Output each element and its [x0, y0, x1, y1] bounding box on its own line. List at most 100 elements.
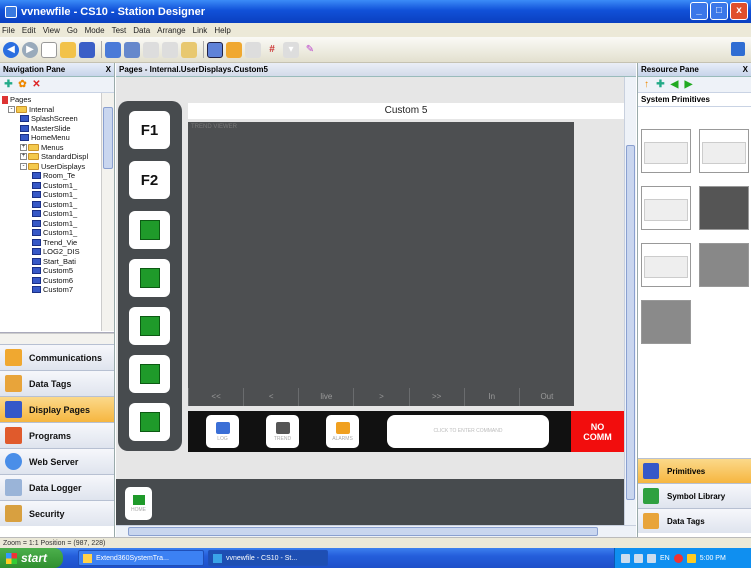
primitive-6[interactable] — [699, 243, 749, 287]
menu-test[interactable]: Test — [112, 26, 127, 35]
tree-expander-icon[interactable]: - — [20, 162, 27, 170]
tree-item[interactable]: Custom7 — [0, 285, 114, 295]
help-icon[interactable] — [731, 42, 745, 56]
menu-arrange[interactable]: Arrange — [157, 26, 185, 35]
tree-item[interactable]: + Menus — [0, 143, 114, 153]
tree-item[interactable]: Custom1_ — [0, 200, 114, 210]
copy-icon[interactable] — [162, 41, 178, 58]
resource-pane-close[interactable]: X — [743, 65, 748, 74]
trend-first-button[interactable]: << — [188, 388, 243, 406]
tray-icon-3[interactable] — [647, 553, 656, 563]
trend-viewer-area[interactable]: TREND VIEWER — [188, 122, 574, 388]
document-vertical-scrollbar[interactable] — [624, 77, 636, 525]
close-button[interactable]: x — [730, 2, 748, 20]
trend-zoom-out-button[interactable]: Out — [518, 388, 574, 406]
menu-file[interactable]: File — [2, 26, 15, 35]
taskbar-item-station-designer[interactable]: vvnewfile - CS10 - St... — [208, 550, 328, 566]
res-symbol-library-button[interactable]: Symbol Library — [638, 483, 751, 508]
go-back-icon[interactable]: ◀ — [669, 79, 680, 90]
tree-item[interactable]: - Internal — [0, 105, 114, 115]
green-key-5[interactable] — [129, 403, 170, 441]
tray-icon-2[interactable] — [634, 553, 643, 563]
nav-data-tags-button[interactable]: Data Tags — [0, 370, 114, 396]
grid-icon[interactable]: # — [264, 42, 280, 58]
command-input[interactable]: CLICK TO ENTER COMMAND — [387, 415, 549, 448]
save-icon[interactable] — [79, 41, 95, 58]
tree-expander-icon[interactable]: + — [20, 143, 27, 151]
open-folder-icon[interactable] — [60, 41, 76, 58]
add-resource-icon[interactable]: ✚ — [655, 79, 666, 90]
trend-next-button[interactable]: > — [353, 388, 408, 406]
menu-edit[interactable]: Edit — [22, 26, 36, 35]
start-button[interactable]: start — [0, 548, 63, 568]
tree-expander-icon[interactable]: + — [20, 153, 27, 161]
primitive-5[interactable] — [641, 243, 691, 287]
select-tool-icon[interactable] — [207, 41, 223, 58]
maximize-button[interactable]: □ — [710, 2, 728, 20]
pen-icon[interactable]: ✎ — [302, 42, 318, 58]
log-button[interactable]: LOG — [206, 415, 239, 448]
tree-item[interactable]: SplashScreen — [0, 114, 114, 124]
tree-item[interactable]: HomeMenu — [0, 133, 114, 143]
menu-mode[interactable]: Mode — [85, 26, 105, 35]
nav-programs-button[interactable]: Programs — [0, 422, 114, 448]
primitive-7[interactable] — [641, 300, 691, 344]
back-icon[interactable]: ◀ — [3, 41, 19, 58]
res-data-tags-button[interactable]: Data Tags — [638, 508, 751, 533]
tree-item[interactable]: - UserDisplays — [0, 162, 114, 172]
cut-icon[interactable] — [143, 41, 159, 58]
tree-item[interactable]: Custom1_ — [0, 209, 114, 219]
primitive-4[interactable] — [699, 186, 749, 230]
design-canvas[interactable]: F1 F2 Custom 5 TREND VIEWER << < live > … — [116, 77, 624, 525]
tree-item[interactable]: Custom6 — [0, 276, 114, 286]
nav-security-button[interactable]: Security — [0, 500, 114, 526]
tray-icon-1[interactable] — [621, 553, 630, 563]
res-primitives-button[interactable]: Primitives — [638, 458, 751, 483]
go-forward-icon[interactable]: ▶ — [683, 79, 694, 90]
nav-data-logger-button[interactable]: Data Logger — [0, 474, 114, 500]
nav-web-server-button[interactable]: Web Server — [0, 448, 114, 474]
tree-item[interactable]: MasterSlide — [0, 124, 114, 134]
tree-item[interactable]: Room_Te — [0, 171, 114, 181]
folder-up-icon[interactable]: ↑ — [641, 79, 652, 90]
trend-last-button[interactable]: >> — [408, 388, 464, 406]
dropdown-icon[interactable]: ▾ — [283, 41, 299, 58]
primitive-3[interactable] — [641, 186, 691, 230]
green-key-1[interactable] — [129, 211, 170, 249]
home-button[interactable]: HOME — [125, 487, 152, 520]
forward-icon[interactable]: ▶ — [22, 41, 38, 58]
document-horizontal-scrollbar[interactable] — [116, 525, 636, 537]
tree-item[interactable]: Custom1_ — [0, 228, 114, 238]
primitive-1[interactable] — [641, 129, 691, 173]
taskbar-item-extend360[interactable]: Extend360SystemTra... — [78, 550, 204, 566]
tree-item[interactable]: Custom5 — [0, 266, 114, 276]
tree-item[interactable]: Custom1_ — [0, 181, 114, 191]
refresh-icon[interactable]: ✿ — [17, 79, 28, 90]
menu-go[interactable]: Go — [67, 26, 78, 35]
security-tray-icon[interactable] — [673, 553, 683, 563]
green-key-2[interactable] — [129, 259, 170, 297]
f2-button[interactable]: F2 — [129, 161, 170, 199]
menu-data[interactable]: Data — [133, 26, 150, 35]
trend-prev-button[interactable]: < — [243, 388, 298, 406]
tree-item[interactable]: Pages — [0, 95, 114, 105]
network-tray-icon[interactable] — [686, 553, 696, 563]
nav-display-pages-button[interactable]: Display Pages — [0, 396, 114, 422]
language-indicator[interactable]: EN — [660, 555, 670, 562]
tree-expander-icon[interactable]: - — [8, 105, 15, 113]
delete-icon[interactable]: ✕ — [31, 79, 42, 90]
alarms-button[interactable]: ALARMS — [326, 415, 359, 448]
tree-item[interactable]: Trend_Vie — [0, 238, 114, 248]
menu-link[interactable]: Link — [193, 26, 208, 35]
navigation-pane-close[interactable]: X — [106, 65, 111, 74]
tree-horizontal-scrollbar[interactable] — [0, 333, 114, 344]
primitive-2[interactable] — [699, 129, 749, 173]
new-page-icon[interactable] — [41, 41, 57, 58]
tree-item[interactable]: Custom1_ — [0, 219, 114, 229]
menu-view[interactable]: View — [43, 26, 60, 35]
trend-live-button[interactable]: live — [298, 388, 353, 406]
trend-zoom-in-button[interactable]: In — [463, 388, 519, 406]
tree-item[interactable]: LOG2_DIS — [0, 247, 114, 257]
lightning-icon[interactable] — [226, 41, 242, 58]
print-icon[interactable] — [105, 41, 121, 58]
